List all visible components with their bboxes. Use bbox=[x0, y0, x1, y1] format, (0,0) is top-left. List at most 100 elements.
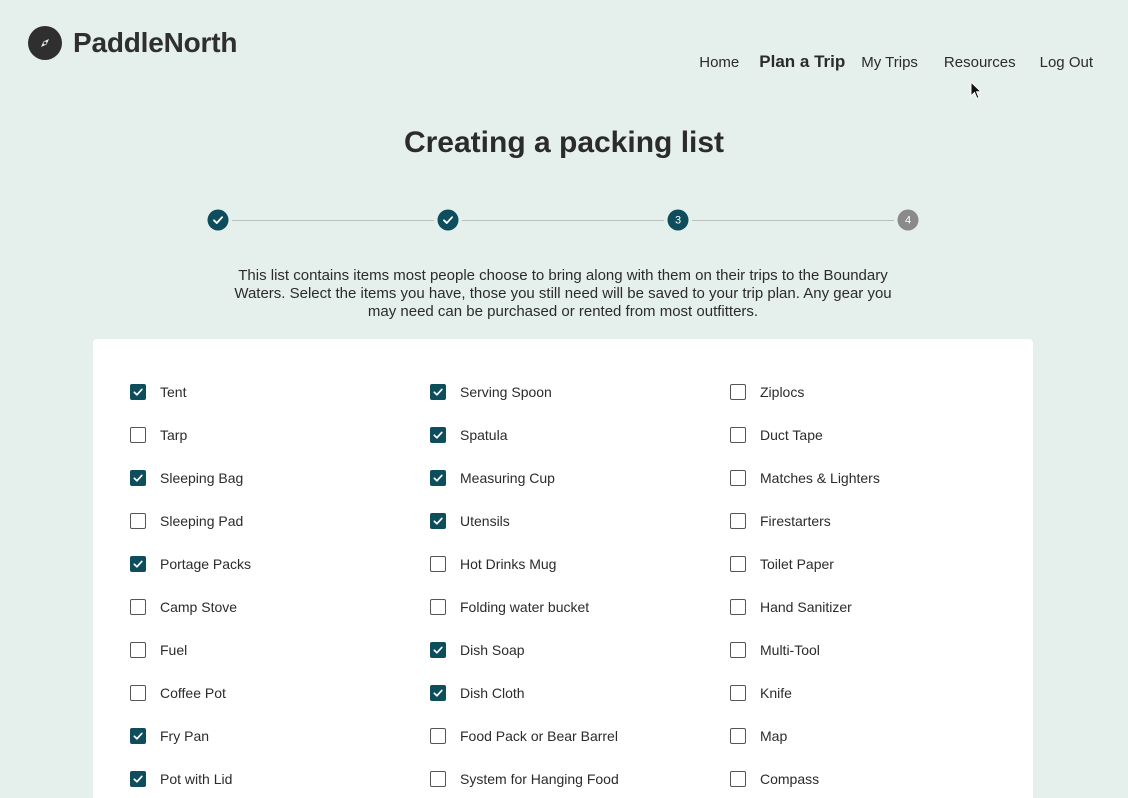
checklist-item[interactable]: Food Pack or Bear Barrel bbox=[430, 715, 730, 758]
checkmark-icon bbox=[442, 214, 455, 227]
checklist-item[interactable]: Tent bbox=[130, 370, 430, 413]
checklist-item[interactable]: Matches & Lighters bbox=[730, 456, 1030, 499]
step-3: 3 bbox=[667, 209, 689, 231]
nav-home[interactable]: Home bbox=[699, 54, 739, 71]
checklist-item[interactable]: Multi-Tool bbox=[730, 629, 1030, 672]
checklist-item-label: Folding water bucket bbox=[460, 599, 590, 616]
checklist-item-label: Sleeping Pad bbox=[160, 512, 244, 529]
nav-my-trips[interactable]: My Trips bbox=[861, 54, 918, 71]
checklist-item-label: Spatula bbox=[460, 426, 508, 443]
checklist-item[interactable]: Portage Packs bbox=[130, 542, 430, 585]
checkbox-unchecked[interactable] bbox=[730, 771, 746, 788]
checklist-item[interactable]: Fuel bbox=[130, 629, 430, 672]
brand-logo[interactable]: PaddleNorth bbox=[28, 26, 237, 60]
nav-log-out[interactable]: Log Out bbox=[1040, 54, 1093, 71]
nav-resources[interactable]: Resources bbox=[944, 54, 1016, 71]
checklist-item[interactable]: Pot with Lid bbox=[130, 758, 430, 798]
main-nav: Home Plan a Trip My Trips Resources Log … bbox=[683, 52, 1093, 72]
checklist-column: Serving Spoon Spatula Measuring Cup Utensil… bbox=[430, 370, 730, 798]
checkmark-icon bbox=[212, 214, 225, 227]
checkbox-unchecked[interactable] bbox=[430, 771, 446, 788]
checklist-item[interactable]: Folding water bucket bbox=[430, 585, 730, 628]
checklist-item-label: Fry Pan bbox=[160, 728, 210, 745]
checkmark-icon bbox=[432, 687, 444, 699]
checklist-item[interactable]: Firestarters bbox=[730, 499, 1030, 542]
checkbox-unchecked[interactable] bbox=[130, 685, 146, 702]
checklist-item[interactable]: Tarp bbox=[130, 413, 430, 456]
checklist-item[interactable]: Utensils bbox=[430, 499, 730, 542]
checklist-item-label: Food Pack or Bear Barrel bbox=[460, 728, 618, 745]
checklist-item-label: Duct Tape bbox=[760, 426, 823, 443]
checklist-item[interactable]: Serving Spoon bbox=[430, 370, 730, 413]
checklist-item[interactable]: Ziplocs bbox=[730, 370, 1030, 413]
checkbox-unchecked[interactable] bbox=[130, 599, 146, 616]
checkbox-unchecked[interactable] bbox=[730, 383, 746, 400]
checklist-item-label: Firestarters bbox=[760, 512, 831, 529]
step-number: 4 bbox=[904, 214, 912, 226]
checkbox-unchecked[interactable] bbox=[430, 555, 446, 572]
checkbox-checked[interactable] bbox=[130, 383, 146, 400]
checkbox-checked[interactable] bbox=[430, 685, 446, 702]
checklist-item-label: Tarp bbox=[160, 426, 188, 443]
checklist-item[interactable]: Compass bbox=[730, 758, 1030, 798]
checklist-item[interactable]: Sleeping Bag bbox=[130, 456, 430, 499]
checklist-item-label: Coffee Pot bbox=[160, 685, 226, 702]
checklist-item[interactable]: Toilet Paper bbox=[730, 542, 1030, 585]
checklist-item-label: Pot with Lid bbox=[160, 771, 233, 788]
checkbox-unchecked[interactable] bbox=[430, 599, 446, 616]
checkbox-checked[interactable] bbox=[430, 512, 446, 529]
checklist-item[interactable]: Hand Sanitizer bbox=[730, 585, 1030, 628]
checklist-item-label: Hand Sanitizer bbox=[760, 599, 852, 616]
checkbox-unchecked[interactable] bbox=[730, 685, 746, 702]
checklist-item[interactable]: Sleeping Pad bbox=[130, 499, 430, 542]
checklist-item[interactable]: Dish Cloth bbox=[430, 672, 730, 715]
brand-name: PaddleNorth bbox=[73, 27, 238, 58]
checklist-item-label: Hot Drinks Mug bbox=[460, 555, 557, 572]
checklist-item[interactable]: Camp Stove bbox=[130, 585, 430, 628]
checkbox-checked[interactable] bbox=[430, 426, 446, 443]
checkbox-checked[interactable] bbox=[130, 771, 146, 788]
checkbox-unchecked[interactable] bbox=[730, 728, 746, 745]
checklist-item[interactable]: Measuring Cup bbox=[430, 456, 730, 499]
checklist-item-label: Knife bbox=[760, 685, 792, 702]
checkbox-unchecked[interactable] bbox=[730, 642, 746, 659]
checkbox-checked[interactable] bbox=[430, 383, 446, 400]
checkbox-unchecked[interactable] bbox=[430, 728, 446, 745]
intro-text: This list contains items most people cho… bbox=[234, 267, 892, 320]
checklist-item[interactable]: Duct Tape bbox=[730, 413, 1030, 456]
checklist-item[interactable]: Coffee Pot bbox=[130, 672, 430, 715]
checklist-item-label: System for Hanging Food bbox=[460, 771, 619, 788]
checkbox-checked[interactable] bbox=[130, 728, 146, 745]
checkmark-icon bbox=[432, 429, 444, 441]
checkmark-icon bbox=[132, 472, 144, 484]
checklist-item[interactable]: Fry Pan bbox=[130, 715, 430, 758]
checkbox-unchecked[interactable] bbox=[130, 512, 146, 529]
checkbox-checked[interactable] bbox=[130, 469, 146, 486]
checkmark-icon bbox=[432, 515, 444, 527]
checklist-columns: Tent Tarp Sleeping Bag Sleeping Pad Portage … bbox=[130, 370, 1030, 798]
checklist-item[interactable]: Spatula bbox=[430, 413, 730, 456]
checkbox-checked[interactable] bbox=[430, 469, 446, 486]
checkmark-icon bbox=[132, 386, 144, 398]
checklist-item-label: Compass bbox=[760, 771, 820, 788]
checklist-item-label: Portage Packs bbox=[160, 555, 252, 572]
checkbox-checked[interactable] bbox=[430, 642, 446, 659]
checkbox-unchecked[interactable] bbox=[730, 555, 746, 572]
checklist-item[interactable]: System for Hanging Food bbox=[430, 758, 730, 798]
checkbox-unchecked[interactable] bbox=[730, 512, 746, 529]
checklist-item[interactable]: Knife bbox=[730, 672, 1030, 715]
checklist-item-label: Serving Spoon bbox=[460, 383, 552, 400]
checklist-item-label: Dish Soap bbox=[460, 642, 525, 659]
checklist-item[interactable]: Map bbox=[730, 715, 1030, 758]
checkbox-unchecked[interactable] bbox=[130, 426, 146, 443]
checklist-item[interactable]: Hot Drinks Mug bbox=[430, 542, 730, 585]
checkbox-checked[interactable] bbox=[130, 555, 146, 572]
step-4: 4 bbox=[897, 209, 919, 231]
checkbox-unchecked[interactable] bbox=[130, 642, 146, 659]
checklist-item[interactable]: Dish Soap bbox=[430, 629, 730, 672]
nav-plan-a-trip[interactable]: Plan a Trip bbox=[759, 52, 845, 72]
checklist-item-label: Fuel bbox=[160, 642, 188, 659]
checkbox-unchecked[interactable] bbox=[730, 469, 746, 486]
checkbox-unchecked[interactable] bbox=[730, 426, 746, 443]
checkbox-unchecked[interactable] bbox=[730, 599, 746, 616]
